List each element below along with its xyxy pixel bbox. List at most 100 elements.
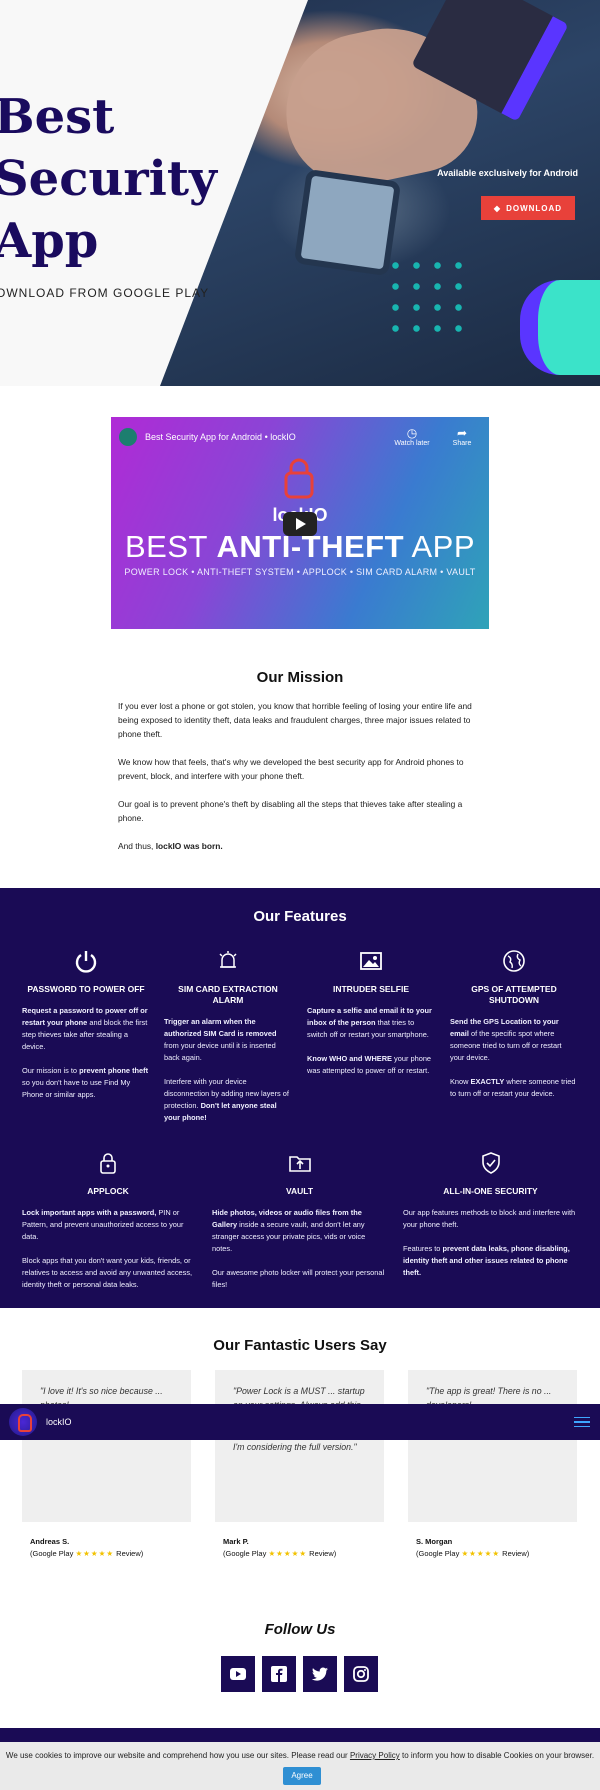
- feature-text: Hide photos, videos or audio files from …: [212, 1207, 387, 1255]
- feature-text: Lock important apps with a password, PIN…: [22, 1207, 194, 1243]
- feature-gps: GPS OF ATTEMPTED SHUTDOWN Send the GPS L…: [450, 948, 578, 1112]
- headline-part: APP: [411, 529, 475, 564]
- review-source: (Google Play: [223, 1549, 267, 1558]
- feature-password-power-off: PASSWORD TO POWER OFF Request a password…: [22, 948, 150, 1113]
- feature-text: Know WHO and WHERE your phone was attemp…: [307, 1053, 435, 1077]
- feature-plain: Features to: [403, 1244, 443, 1253]
- availability-text: Available exclusively for Android: [437, 168, 578, 178]
- agree-button[interactable]: Agree: [283, 1767, 321, 1785]
- feature-intruder-selfie: INTRUDER SELFIE Capture a selfie and ema…: [307, 948, 435, 1089]
- feature-text: Know EXACTLY where someone tried to turn…: [450, 1076, 578, 1100]
- mission-text: And thus,: [118, 841, 154, 851]
- lock-logo-icon: [284, 458, 314, 499]
- diamond-icon: ◆: [493, 203, 502, 213]
- feature-plain: Our mission is to: [22, 1066, 80, 1075]
- feature-title: PASSWORD TO POWER OFF: [27, 984, 145, 994]
- feature-bold: Trigger an alarm when the authorized SIM…: [164, 1017, 277, 1038]
- app-name[interactable]: lockIO: [46, 1417, 574, 1427]
- app-logo-icon[interactable]: [9, 1408, 37, 1436]
- star-rating-icon: ★★★★★: [268, 1549, 308, 1558]
- cookie-text: We use cookies to improve our website an…: [5, 1751, 350, 1760]
- hero-title: Best Security App: [0, 86, 217, 272]
- author-name: Mark P.: [223, 1537, 249, 1546]
- testimonials-title: Our Fantastic Users Say: [213, 1337, 387, 1354]
- feature-rest: Our app features methods to block and in…: [403, 1208, 576, 1229]
- hero-banner: Best Security App OWNLOAD FROM GOOGLE PL…: [0, 0, 600, 386]
- video-header: Best Security App for Android • lockIO ◷…: [119, 426, 481, 447]
- feature-vault: VAULT Hide photos, videos or audio files…: [212, 1150, 387, 1303]
- feature-title: GPS OF ATTEMPTED SHUTDOWN: [471, 984, 557, 1005]
- author-name: Andreas S.: [30, 1537, 70, 1546]
- feature-text: Capture a selfie and email it to your in…: [307, 1005, 435, 1041]
- download-label: DOWNLOAD: [506, 203, 563, 213]
- facebook-link[interactable]: [262, 1656, 296, 1692]
- folder-upload-icon: [288, 1156, 311, 1172]
- feature-rest: from your device until it is inserted ba…: [164, 1041, 276, 1062]
- feature-text: Request a password to power off or resta…: [22, 1005, 150, 1053]
- decorative-pattern: [520, 280, 600, 375]
- feature-title: INTRUDER SELFIE: [332, 984, 410, 994]
- headline-part: BEST: [125, 529, 208, 564]
- cookie-text: to inform you how to disable Cookies on …: [399, 1751, 595, 1760]
- video-title[interactable]: Best Security App for Android • lockIO: [145, 432, 381, 442]
- clock-icon: ◷: [406, 426, 418, 440]
- facebook-icon: [271, 1666, 287, 1682]
- footer: [0, 1728, 600, 1742]
- feature-plain: Know: [450, 1077, 471, 1086]
- feature-text: Interfere with your device disconnection…: [164, 1076, 292, 1124]
- feature-text: Our awesome photo locker will protect yo…: [212, 1267, 387, 1291]
- twitter-link[interactable]: [303, 1656, 337, 1692]
- feature-rest: so you don't have to use Find My Phone o…: [22, 1078, 131, 1099]
- youtube-link[interactable]: [221, 1656, 255, 1692]
- instagram-link[interactable]: [344, 1656, 378, 1692]
- globe-icon: [503, 950, 525, 972]
- feature-applock: APPLOCK Lock important apps with a passw…: [22, 1150, 194, 1303]
- feature-text: Our mission is to prevent phone theft so…: [22, 1065, 150, 1101]
- testimonial-card: "I love it! It's so nice because ... pho…: [22, 1370, 191, 1522]
- follow-title: Follow Us: [264, 1621, 336, 1638]
- feature-title: SIM CARD EXTRACTION ALARM: [178, 984, 278, 1005]
- feature-text: Block apps that you don't want your kids…: [22, 1255, 194, 1291]
- alarm-bell-icon: [219, 951, 237, 968]
- decorative-dots: [385, 255, 475, 345]
- hero-title-line: Security: [0, 151, 217, 207]
- play-button[interactable]: [283, 512, 317, 536]
- feature-text: Our app features methods to block and in…: [403, 1207, 578, 1231]
- video-features-line: POWER LOCK • ANTI-THEFT SYSTEM • APPLOCK…: [124, 567, 476, 577]
- feature-all-in-one: ALL-IN-ONE SECURITY Our app features met…: [403, 1150, 578, 1291]
- video-player[interactable]: Best Security App for Android • lockIO ◷…: [111, 417, 489, 629]
- mission-paragraph: If you ever lost a phone or got stolen, …: [118, 701, 472, 739]
- feature-title: APPLOCK: [87, 1186, 129, 1196]
- share-label: Share: [452, 440, 472, 447]
- power-icon: [75, 951, 97, 973]
- feature-title: VAULT: [285, 1186, 314, 1196]
- hamburger-menu-icon[interactable]: [574, 1414, 590, 1431]
- sticky-header: lockIO: [0, 1404, 600, 1440]
- mission-paragraph: And thus, lockIO was born.: [118, 839, 482, 853]
- privacy-policy-link[interactable]: Privacy Policy: [350, 1751, 400, 1760]
- review-source: (Google Play: [416, 1549, 460, 1558]
- cookie-banner: We use cookies to improve our website an…: [0, 1742, 600, 1790]
- features-section: Our Features PASSWORD TO POWER OFF Reque…: [0, 888, 600, 1308]
- hero-title-line: Best: [0, 89, 115, 145]
- feature-bold: prevent phone theft: [79, 1066, 149, 1075]
- feature-plain: Block apps that you don't want your kids…: [22, 1256, 193, 1289]
- mission-paragraph: We know how that feels, that's why we de…: [118, 757, 464, 781]
- star-rating-icon: ★★★★★: [75, 1549, 115, 1558]
- shield-check-icon: [481, 1152, 500, 1174]
- instagram-icon: [353, 1666, 369, 1682]
- testimonial-author: S. Morgan (Google Play ★★★★★ Review): [416, 1536, 529, 1560]
- feature-text: Features to prevent data leaks, phone di…: [403, 1243, 578, 1279]
- review-source: Review): [116, 1549, 144, 1558]
- share-button[interactable]: ➦ Share: [443, 426, 481, 447]
- download-button[interactable]: ◆ DOWNLOAD: [481, 196, 575, 220]
- testimonial-author: Mark P. (Google Play ★★★★★ Review): [223, 1536, 336, 1560]
- watch-later-label: Watch later: [394, 440, 430, 447]
- feature-sim-alarm: SIM CARD EXTRACTION ALARM Trigger an ala…: [164, 948, 292, 1136]
- watch-later-button[interactable]: ◷ Watch later: [393, 426, 431, 447]
- review-source: Review): [309, 1549, 337, 1558]
- testimonial-card: "The app is great! There is no ... devel…: [408, 1370, 577, 1522]
- feature-plain: Our awesome photo locker will protect yo…: [212, 1268, 385, 1289]
- channel-avatar[interactable]: [119, 427, 137, 446]
- feature-bold: Lock important apps with a password,: [22, 1208, 157, 1217]
